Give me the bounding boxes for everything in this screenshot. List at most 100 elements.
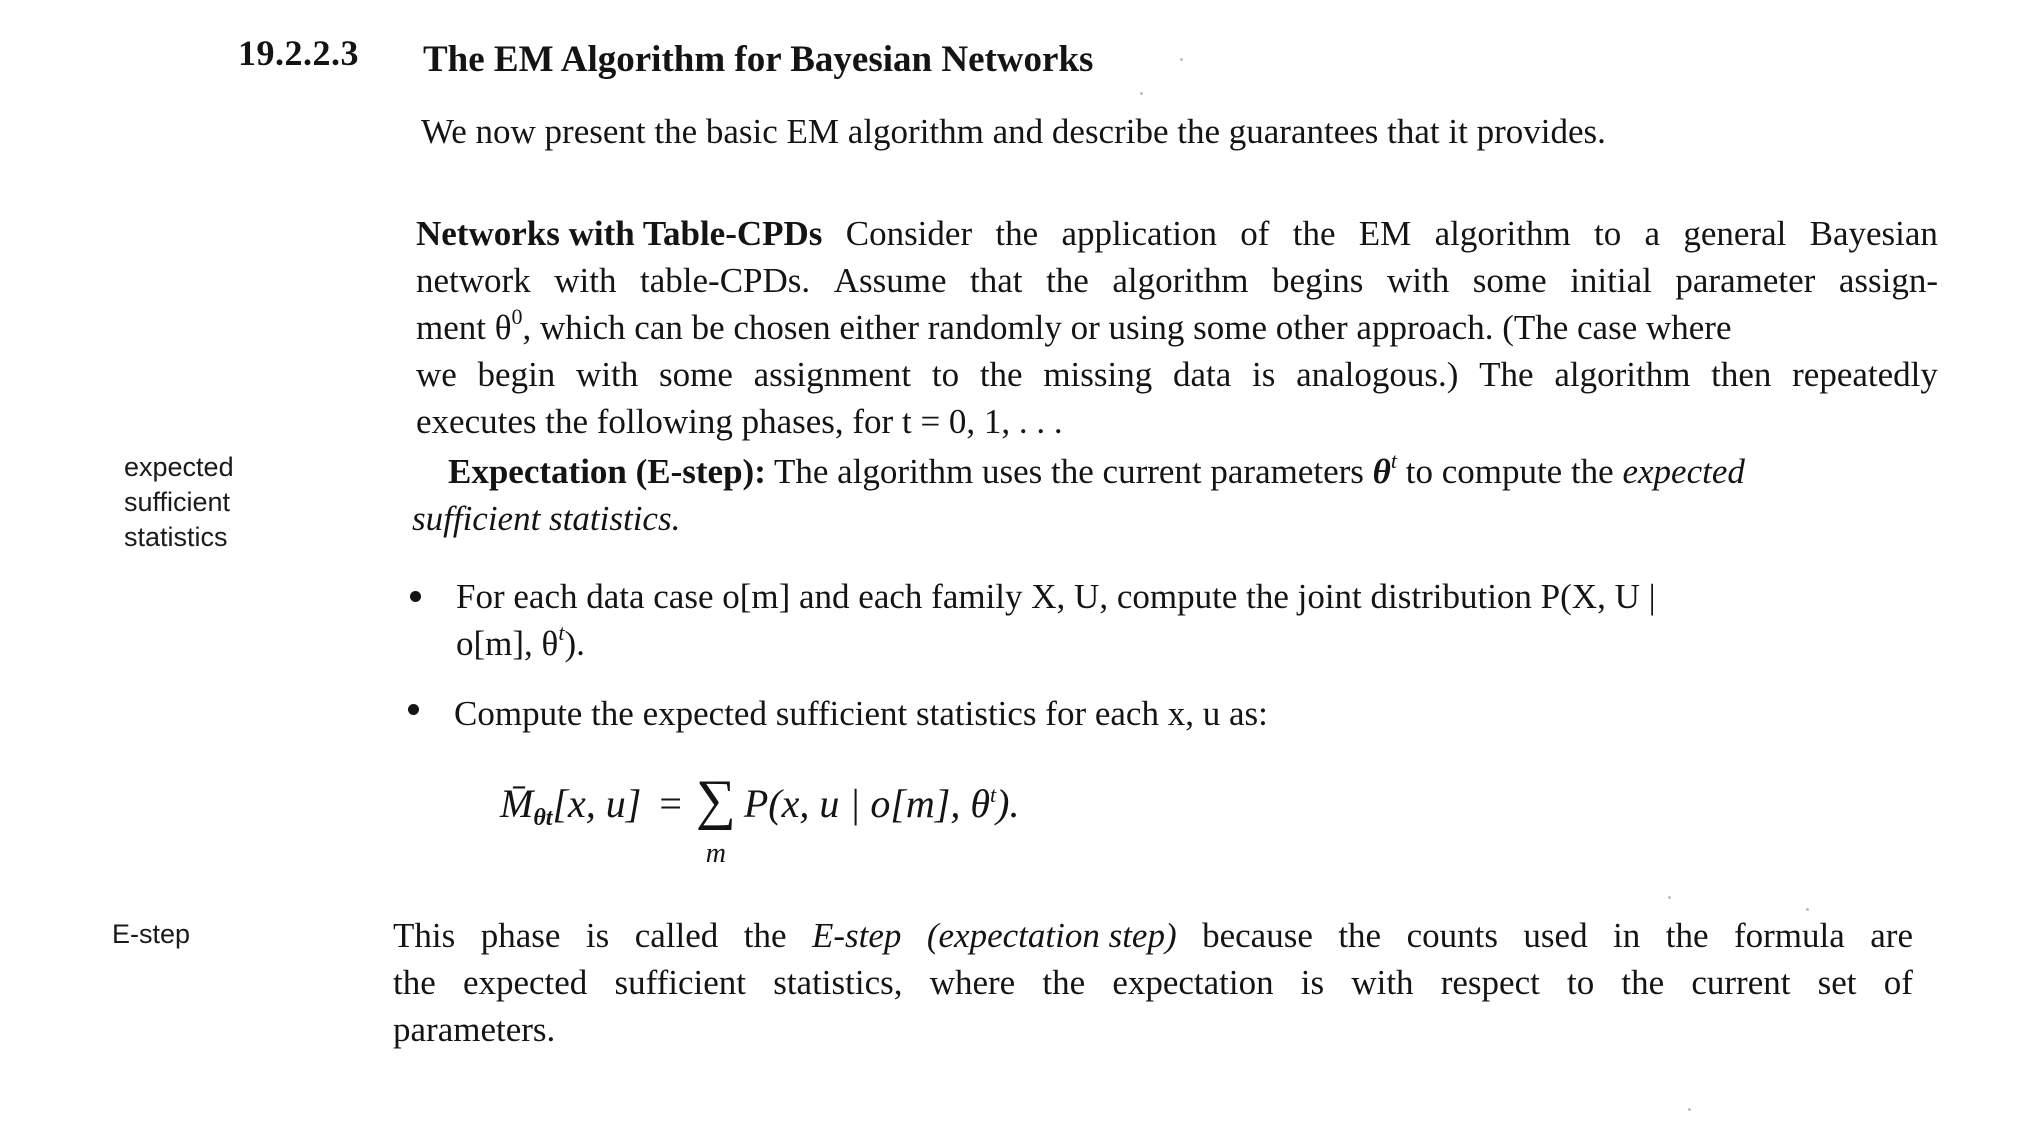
italic-term: E-step [811, 916, 902, 955]
word: initial [1570, 261, 1652, 300]
italic-term: (expectation step) [926, 916, 1177, 955]
word: the [1042, 963, 1086, 1002]
word: because [1202, 916, 1313, 955]
word: Assume [833, 261, 947, 300]
word: with [1351, 963, 1414, 1002]
paragraph-table-cpds: Networks with Table-CPDs Consider the ap… [416, 210, 1938, 445]
word: application [1061, 214, 1217, 253]
paragraph-line: network with table-CPDs. Assume that the… [416, 257, 1938, 304]
estep-text: The algorithm uses the current parameter… [774, 452, 1364, 491]
expectation-step-paragraph: Expectation (E-step): The algorithm uses… [412, 448, 1745, 542]
sigma-symbol: ∑ [695, 769, 736, 831]
paragraph-estep-explanation: This phase is called the E-step (expecta… [393, 912, 1913, 1053]
word: algorithm [1434, 214, 1571, 253]
word: formula [1733, 916, 1845, 955]
word: are [1870, 916, 1913, 955]
word: analogous.) [1296, 355, 1459, 394]
word: is [585, 916, 610, 955]
bullet-line: o[m], θt). [456, 620, 1930, 667]
run-in-heading: Networks with Table-CPDs [416, 214, 823, 253]
bullet-math: o[m], θ [456, 624, 559, 663]
section-title: The EM Algorithm for Bayesian Networks [423, 39, 1094, 80]
word: called [634, 916, 719, 955]
word: Consider [845, 214, 973, 253]
word: assignment [753, 355, 912, 394]
word: begin [477, 355, 556, 394]
estep-heading: Expectation (E-step): [448, 452, 766, 491]
word: assign- [1838, 261, 1938, 300]
word: missing [1043, 355, 1153, 394]
word: table-CPDs. [640, 261, 811, 300]
bullet-line: For each data case o[m] and each family … [456, 577, 1656, 616]
word: general [1683, 214, 1787, 253]
word: current [1691, 963, 1791, 1002]
estep-italic-term: expected [1622, 452, 1745, 491]
margin-note-line: expected [124, 452, 234, 482]
paragraph-line: Expectation (E-step): The algorithm uses… [412, 448, 1745, 495]
word: the [979, 355, 1023, 394]
word: with [576, 355, 639, 394]
word: respect [1440, 963, 1540, 1002]
word: the [393, 963, 436, 1002]
word: expectation [1112, 963, 1274, 1002]
word: of [1883, 963, 1913, 1002]
word: the [1292, 214, 1336, 253]
bullet-dot [410, 591, 421, 602]
theta-zero-text: ment θ [416, 308, 512, 347]
theta-symbol: θ [1372, 452, 1391, 491]
word: the [1046, 261, 1089, 300]
lhs-args: [x, u] [552, 781, 642, 826]
word: to [1593, 214, 1622, 253]
word: algorithm [1112, 261, 1249, 300]
word: to [1567, 963, 1595, 1002]
word: sufficient [614, 963, 747, 1002]
margin-note-estep: E-step [112, 919, 191, 949]
word: The [1479, 355, 1534, 394]
word: This [393, 916, 456, 955]
paragraph-line: parameters. [393, 1010, 556, 1049]
word: to [931, 355, 960, 394]
margin-note-expected-sufficient-statistics: expected sufficient statistics [124, 450, 234, 555]
superscript-zero: 0 [511, 304, 523, 329]
paragraph-line: ment θ0, which can be chosen either rand… [416, 304, 1938, 351]
theta-t-subscript: θt [533, 805, 553, 831]
word: of [1240, 214, 1270, 253]
rhs-end: ). [996, 781, 1020, 826]
word: counts [1406, 916, 1498, 955]
equation-lhs: M̄θt[x, u] [500, 780, 641, 832]
m-bar-symbol: M̄ [500, 781, 534, 826]
bullet-item: For each data case o[m] and each family … [456, 573, 1930, 667]
section-number: 19.2.2.3 [238, 33, 359, 73]
word: some [1472, 261, 1547, 300]
paragraph-line: This phase is called the E-step (expecta… [393, 912, 1913, 959]
scan-speck [1668, 896, 1671, 899]
word: the [743, 916, 787, 955]
word: where [929, 963, 1016, 1002]
word: we [416, 355, 457, 394]
equation-rhs: P(x, u | o[m], θt). [744, 780, 1020, 827]
word: the [1621, 963, 1665, 1002]
word: expected [462, 963, 588, 1002]
paragraph-line: sufficient statistics. [412, 495, 1745, 542]
sigma-index: m [705, 838, 726, 869]
superscript-t: t [1390, 448, 1397, 473]
word: the [1338, 916, 1382, 955]
bullet-math-end: ). [564, 624, 585, 663]
word: set [1817, 963, 1857, 1002]
summation: ∑ m [696, 772, 736, 870]
estep-text: to compute the [1405, 452, 1614, 491]
margin-note-line: statistics [124, 522, 228, 552]
word: is [1252, 355, 1276, 394]
book-page: 19.2.2.3 The EM Algorithm for Bayesian N… [0, 0, 2040, 1144]
word: data [1172, 355, 1232, 394]
word: the [1665, 916, 1709, 955]
line-text: , which can be chosen either randomly or… [522, 308, 1732, 347]
rhs-text: P(x, u | o[m], θ [743, 781, 990, 826]
word: in [1613, 916, 1641, 955]
word: network [416, 261, 531, 300]
scan-speck [1180, 58, 1183, 61]
word: is [1300, 963, 1325, 1002]
word: the [995, 214, 1039, 253]
scan-speck [1688, 1108, 1691, 1111]
word: parameter [1675, 261, 1816, 300]
